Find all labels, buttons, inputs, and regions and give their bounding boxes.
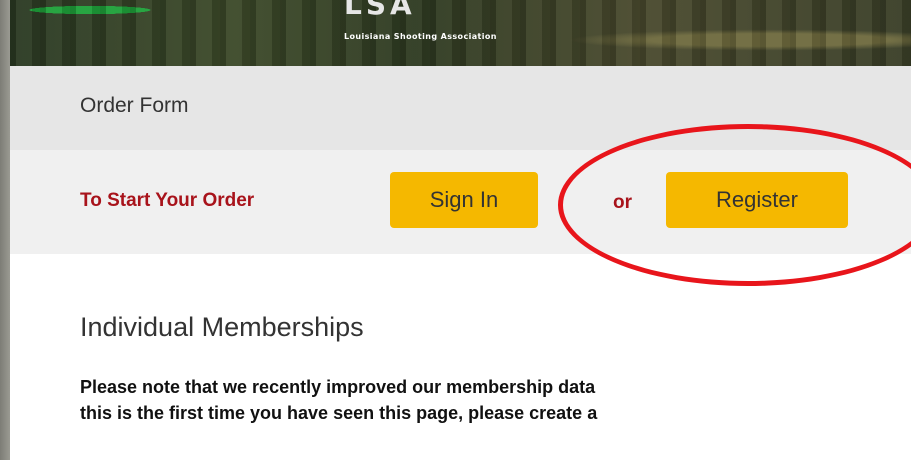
- main-content: Individual Memberships Please note that …: [10, 254, 911, 460]
- logo-letters: LSA: [344, 0, 416, 21]
- site-logo[interactable]: LSA Louisiana Shooting Association: [340, 0, 540, 48]
- page-title: Order Form: [80, 94, 189, 117]
- page-title-bar: Order Form: [10, 66, 911, 150]
- or-separator: or: [613, 192, 632, 213]
- order-start-prompt: To Start Your Order: [80, 190, 255, 211]
- site-banner: LSA Louisiana Shooting Association: [10, 0, 911, 66]
- notice-line-2: this is the first time you have seen thi…: [80, 403, 598, 423]
- membership-notice: Please note that we recently improved ou…: [80, 374, 911, 426]
- register-button[interactable]: Register: [666, 172, 848, 228]
- logo-subtitle: Louisiana Shooting Association: [344, 32, 497, 41]
- section-title-individual-memberships: Individual Memberships: [80, 312, 364, 342]
- sign-in-button[interactable]: Sign In: [390, 172, 538, 228]
- notice-line-1: Please note that we recently improved ou…: [80, 377, 596, 397]
- page: LSA Louisiana Shooting Association Order…: [10, 0, 911, 460]
- window-frame-edge: [0, 0, 10, 460]
- order-start-bar: To Start Your Order Sign In or Register: [10, 150, 911, 254]
